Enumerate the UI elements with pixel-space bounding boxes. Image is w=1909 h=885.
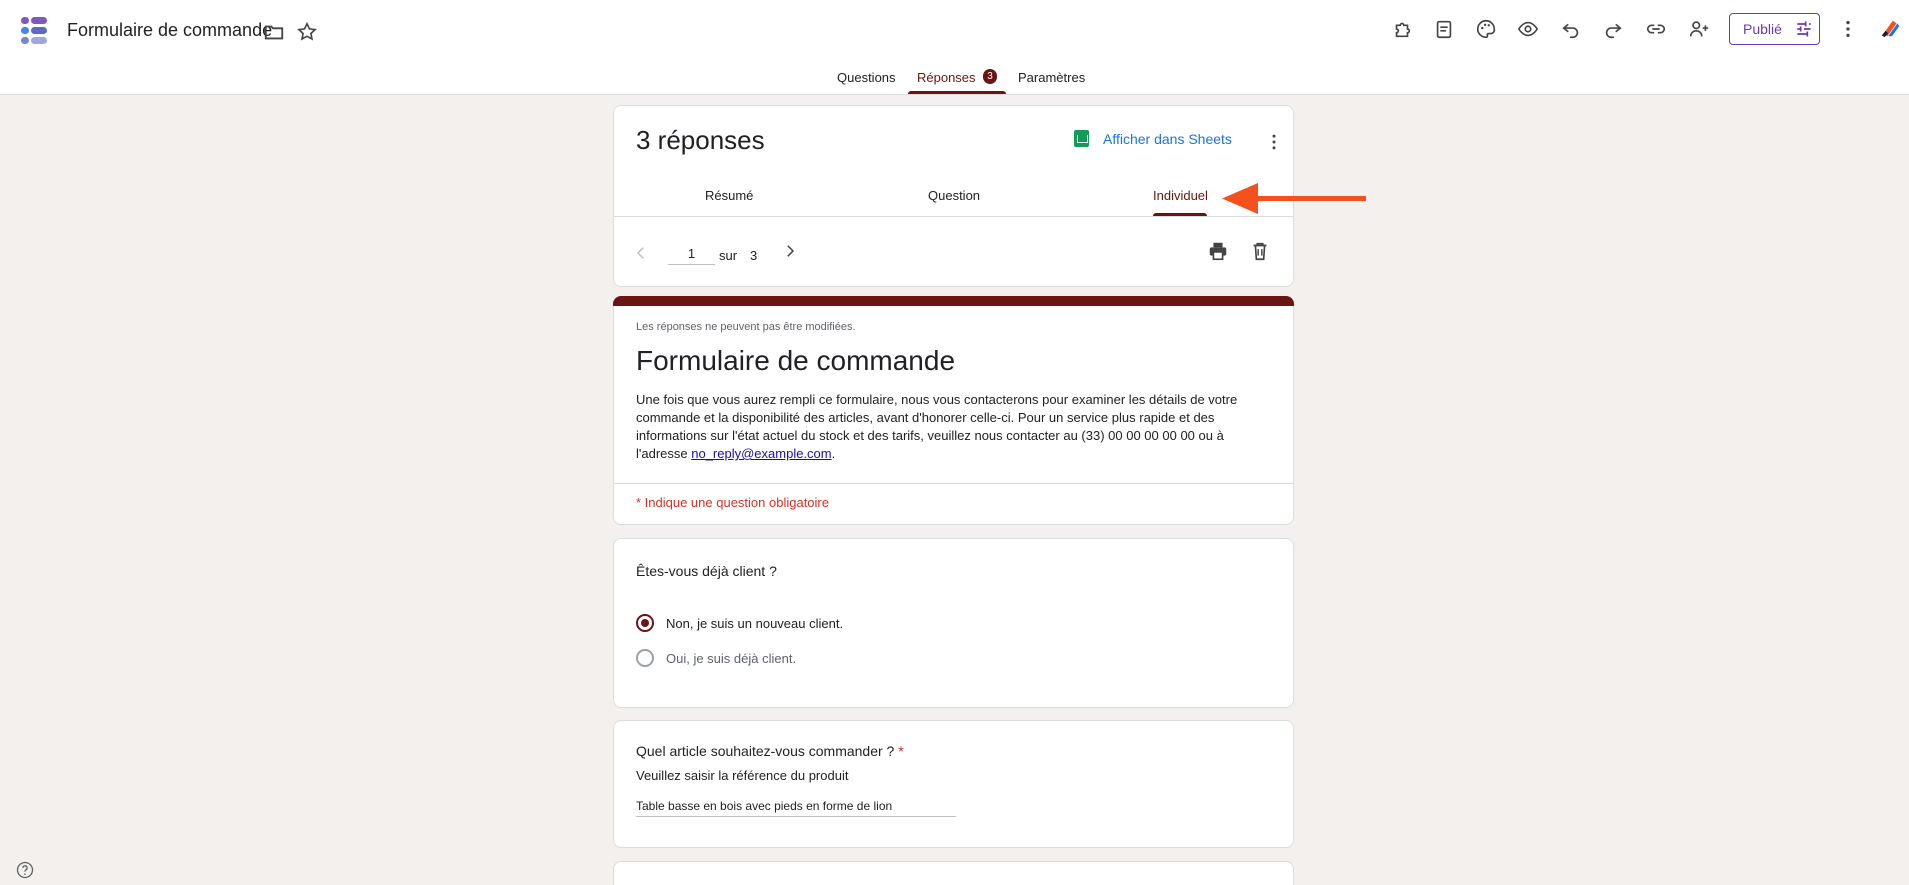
tab-by-question[interactable]: Question xyxy=(928,188,980,203)
question-help-text: Veuillez saisir la référence du produit xyxy=(636,768,849,783)
question-card xyxy=(613,861,1294,885)
pager-separator: sur xyxy=(719,248,738,263)
radio-option[interactable]: Non, je suis un nouveau client. xyxy=(636,614,843,632)
view-in-sheets-label: Afficher dans Sheets xyxy=(1103,130,1232,147)
radio-checked-icon[interactable] xyxy=(636,614,654,632)
question-title-text: Quel article souhaitez-vous commander ? xyxy=(636,743,895,759)
radio-unchecked-icon[interactable] xyxy=(636,649,654,667)
more-vert-icon[interactable] xyxy=(1836,17,1860,41)
radio-option-label: Non, je suis un nouveau client. xyxy=(666,615,844,631)
contact-email-link[interactable]: no_reply@example.com xyxy=(691,446,831,461)
radio-option[interactable]: Oui, je suis déjà client. xyxy=(636,649,796,667)
folder-icon[interactable] xyxy=(262,20,286,44)
responses-more-icon[interactable] xyxy=(1262,130,1286,154)
responses-count-badge: 3 xyxy=(983,69,997,84)
top-bar: Formulaire de commande Publié Questions xyxy=(0,0,1909,95)
answer-text: Table basse en bois avec pieds en forme … xyxy=(636,799,956,817)
document-title[interactable]: Formulaire de commande xyxy=(67,20,272,41)
tab-individual[interactable]: Individuel xyxy=(1153,188,1208,203)
question-title: Quel article souhaitez-vous commander ? … xyxy=(636,743,904,759)
add-collaborator-icon[interactable] xyxy=(1687,17,1711,41)
tab-settings[interactable]: Paramètres xyxy=(1018,69,1085,104)
question-card: Êtes-vous déjà client ? Non, je suis un … xyxy=(613,538,1294,708)
divider xyxy=(614,216,1293,217)
form-accent-bar xyxy=(613,296,1294,306)
print-icon[interactable] xyxy=(1206,239,1230,263)
tab-active-indicator xyxy=(908,91,1006,94)
cannot-edit-note: Les réponses ne peuvent pas être modifié… xyxy=(636,321,856,333)
form-header-card: Les réponses ne peuvent pas être modifié… xyxy=(613,296,1294,525)
sheets-icon xyxy=(1074,130,1089,147)
annotation-arrow xyxy=(1222,183,1366,222)
tab-summary[interactable]: Résumé xyxy=(705,188,753,203)
sliders-icon xyxy=(1797,21,1811,37)
link-icon[interactable] xyxy=(1644,17,1668,41)
help-icon[interactable] xyxy=(15,860,35,880)
form-description: Une fois que vous aurez rempli ce formul… xyxy=(636,392,1238,461)
tab-questions[interactable]: Questions xyxy=(837,69,896,104)
publish-label: Publié xyxy=(1743,21,1782,37)
responses-card: 3 réponses Afficher dans Sheets Résumé Q… xyxy=(613,105,1294,287)
divider xyxy=(614,483,1293,484)
ai-doc-icon[interactable] xyxy=(1432,17,1456,41)
publish-button[interactable]: Publié xyxy=(1729,13,1820,45)
form-title: Formulaire de commande xyxy=(636,345,956,376)
response-number-input[interactable]: 1 xyxy=(668,243,715,265)
account-app-icon[interactable] xyxy=(1879,16,1903,40)
pager-total: 3 xyxy=(750,248,758,263)
question-card: Quel article souhaitez-vous commander ? … xyxy=(613,720,1294,848)
star-icon[interactable] xyxy=(295,20,319,44)
tab-responses[interactable]: Réponses xyxy=(917,69,976,104)
responses-count: 3 réponses xyxy=(636,125,765,155)
radio-option-label: Oui, je suis déjà client. xyxy=(666,650,797,666)
undo-icon[interactable] xyxy=(1559,17,1583,41)
preview-eye-icon[interactable] xyxy=(1516,17,1540,41)
addons-puzzle-icon[interactable] xyxy=(1390,17,1414,41)
view-in-sheets-link[interactable]: Afficher dans Sheets xyxy=(1074,130,1232,147)
next-response-icon[interactable] xyxy=(778,239,802,263)
question-title: Êtes-vous déjà client ? xyxy=(636,563,777,579)
required-asterisk: * xyxy=(898,743,904,759)
forms-logo-icon[interactable] xyxy=(18,14,50,46)
redo-icon[interactable] xyxy=(1601,17,1625,41)
required-note: * Indique une question obligatoire xyxy=(636,495,829,510)
palette-icon[interactable] xyxy=(1474,17,1498,41)
delete-response-icon[interactable] xyxy=(1248,239,1272,263)
previous-response-icon[interactable] xyxy=(629,241,653,265)
main-tabs: Questions Réponses Paramètres xyxy=(0,60,1909,95)
